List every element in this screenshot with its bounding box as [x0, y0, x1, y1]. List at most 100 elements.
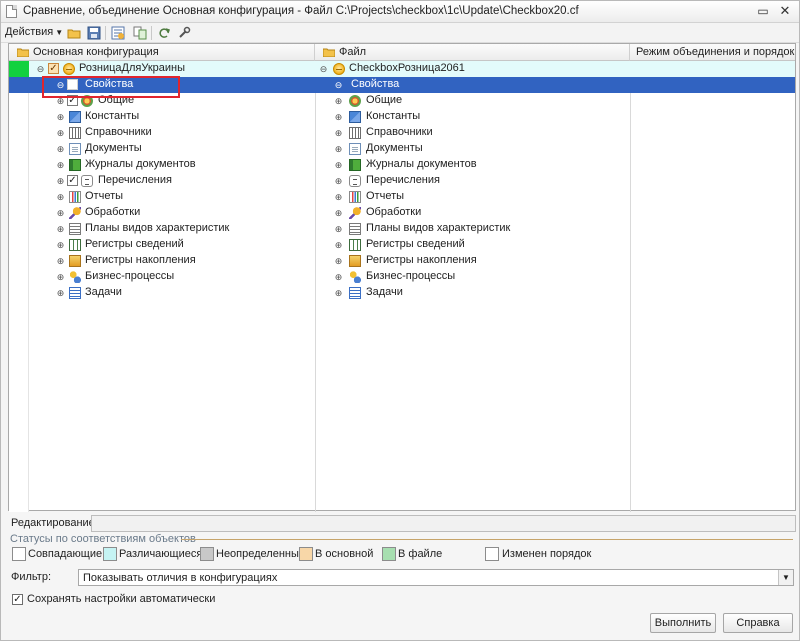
save-settings-checkbox[interactable]: ✓ [12, 594, 23, 605]
expand-icon[interactable]: ⊕ [334, 113, 343, 122]
legend-label-in-file: В файле [398, 548, 443, 560]
collapse-icon[interactable]: ⊖ [319, 65, 328, 74]
editing-field[interactable] [91, 515, 796, 532]
refresh-icon[interactable] [157, 26, 171, 40]
tree-item-label-right: Бизнес-процессы [366, 270, 456, 282]
enums-icon [81, 175, 93, 187]
minimize-icon[interactable]: ▭ [755, 4, 771, 19]
expand-icon[interactable]: ⊕ [334, 177, 343, 186]
tree-item-label: Документы [85, 142, 142, 154]
expand-icon[interactable]: ⊕ [334, 257, 343, 266]
tree-item-label: Обработки [85, 206, 141, 218]
toolbar: Действия ▼ [1, 23, 799, 43]
filter-select[interactable]: Показывать отличия в конфигурациях ▼ [78, 569, 794, 586]
actions-menu[interactable]: Действия ▼ [5, 26, 63, 38]
expand-icon[interactable]: ⊕ [56, 97, 65, 106]
catalogs-icon [349, 127, 361, 139]
tree-root-row[interactable]: ⊖ ✓ РозницаДляУкраины ⊖ CheckboxРозница2… [9, 61, 795, 77]
config-folder-icon [16, 47, 30, 58]
legend-label-differing: Различающиеся [119, 548, 203, 560]
run-button[interactable]: Выполнить [650, 613, 716, 633]
tree-row-characteristic-plans[interactable]: ⊕ Планы видов характеристик ⊕ Планы видо… [9, 221, 795, 237]
constants-icon [69, 111, 81, 123]
expand-icon[interactable]: ⊕ [334, 289, 343, 298]
expand-icon[interactable]: ⊕ [334, 273, 343, 282]
tree-row-catalogs[interactable]: ⊕ Справочники ⊕ Справочники [9, 125, 795, 141]
expand-icon[interactable]: ⊕ [334, 225, 343, 234]
expand-icon[interactable]: ⊕ [334, 145, 343, 154]
filter-label: Фильтр: [11, 571, 52, 583]
expand-icon[interactable]: ⊕ [56, 113, 65, 122]
info-registers-icon [349, 239, 361, 251]
row-checkbox[interactable]: ✓ [67, 175, 78, 186]
window-title: Сравнение, объединение Основная конфигур… [23, 5, 579, 17]
legend-label-order-changed: Изменен порядок [502, 548, 592, 560]
chevron-down-icon[interactable]: ▼ [778, 570, 793, 585]
expand-icon[interactable]: ⊕ [56, 225, 65, 234]
data-processors-icon [349, 207, 361, 219]
expand-icon[interactable]: ⊕ [334, 209, 343, 218]
tree-row-enums[interactable]: ⊕ ✓ Перечисления ⊕ Перечисления [9, 173, 795, 189]
expand-icon[interactable]: ⊕ [56, 193, 65, 202]
settings-icon[interactable] [111, 26, 125, 40]
open-icon[interactable] [67, 26, 81, 40]
root-left-label: РозницаДляУкраины [79, 62, 186, 74]
expand-icon[interactable]: ⊕ [56, 209, 65, 218]
tools-icon[interactable] [177, 26, 191, 40]
save-icon[interactable] [87, 26, 101, 40]
expand-icon[interactable]: ⊕ [334, 241, 343, 250]
tree-row-document-journals[interactable]: ⊕ Журналы документов ⊕ Журналы документо… [9, 157, 795, 173]
collapse-icon[interactable]: ⊖ [36, 65, 45, 74]
expand-icon[interactable]: ⊕ [56, 289, 65, 298]
expand-icon[interactable]: ⊕ [334, 161, 343, 170]
tree-row-data-processors[interactable]: ⊕ Обработки ⊕ Обработки [9, 205, 795, 221]
constants-icon [349, 111, 361, 123]
tree-row-documents[interactable]: ⊕ Документы ⊕ Документы [9, 141, 795, 157]
tree-row-info-registers[interactable]: ⊕ Регистры сведений ⊕ Регистры сведений [9, 237, 795, 253]
close-icon[interactable]: ✕ [777, 4, 793, 19]
tree-item-label-right: Задачи [366, 286, 403, 298]
file-folder-icon [322, 47, 336, 58]
reports-icon [69, 191, 81, 203]
chevron-down-icon: ▼ [55, 28, 64, 37]
tree-item-label: Планы видов характеристик [85, 222, 230, 234]
legend-label-matching: Совпадающие [28, 548, 103, 560]
expand-icon[interactable]: ⊕ [56, 177, 65, 186]
column-header-main-config[interactable]: Основная конфигурация [9, 44, 315, 61]
legend-swatch-matching [12, 547, 26, 561]
tree-row-accumulation-registers[interactable]: ⊕ Регистры накопления ⊕ Регистры накопле… [9, 253, 795, 269]
tree-row-business-processes[interactable]: ⊕ Бизнес-процессы ⊕ Бизнес-процессы [9, 269, 795, 285]
expand-icon[interactable]: ⊕ [56, 161, 65, 170]
tree-item-label-right: Справочники [366, 126, 433, 138]
compare-icon[interactable] [133, 26, 147, 40]
highlight-box [42, 76, 180, 98]
tree-item-label-right: Планы видов характеристик [366, 222, 511, 234]
expand-icon[interactable]: ⊕ [334, 97, 343, 106]
legend-swatch-order-changed [485, 547, 499, 561]
expand-icon[interactable]: ⊕ [56, 129, 65, 138]
tree-item-label: Бизнес-процессы [85, 270, 175, 282]
legend-swatch-in-file [382, 547, 396, 561]
column-header-merge-mode[interactable]: Режим объединения и порядок п... [630, 44, 795, 61]
tree-row-constants[interactable]: ⊕ Константы ⊕ Константы [9, 109, 795, 125]
column-header-file[interactable]: Файл [315, 44, 630, 61]
tree-item-label-right: Перечисления [366, 174, 440, 186]
root-checkbox[interactable]: ✓ [48, 63, 59, 74]
expand-icon[interactable]: ⊕ [56, 273, 65, 282]
data-processors-icon [69, 207, 81, 219]
tree-row-reports[interactable]: ⊕ Отчеты ⊕ Отчеты [9, 189, 795, 205]
expand-icon[interactable]: ⊕ [334, 129, 343, 138]
accumulation-registers-icon [349, 255, 361, 267]
tree-row-tasks[interactable]: ⊕ Задачи ⊕ Задачи [9, 285, 795, 301]
expand-icon[interactable]: ⊕ [56, 145, 65, 154]
tree-item-label: Отчеты [85, 190, 124, 202]
comparison-tree[interactable]: Основная конфигурация Файл Режим объедин… [8, 43, 796, 512]
node-icon: ⊖ [334, 80, 343, 90]
expand-icon[interactable]: ⊕ [334, 193, 343, 202]
root-right-label: CheckboxРозница2061 [349, 62, 465, 74]
expand-icon[interactable]: ⊕ [56, 241, 65, 250]
expand-icon[interactable]: ⊕ [56, 257, 65, 266]
tree-item-label-right: Регистры накопления [366, 254, 477, 266]
help-button[interactable]: Справка [723, 613, 793, 633]
tree-item-label: Журналы документов [85, 158, 196, 170]
